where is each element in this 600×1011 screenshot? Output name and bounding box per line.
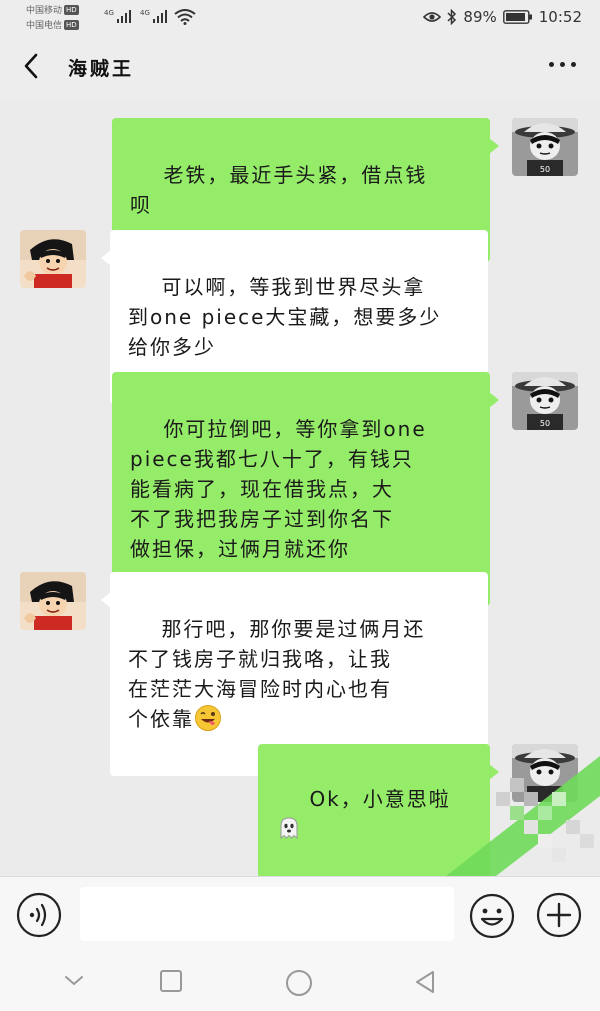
status-bar: 中国移动 HD 中国电信 HD 4G 4G 89% 10:52 — [0, 0, 600, 36]
avatar-other[interactable] — [20, 230, 86, 288]
chevron-left-icon[interactable] — [22, 52, 40, 80]
hd-badge: HD — [64, 5, 79, 15]
message-bubble-self[interactable]: 你可拉倒吧，等你拿到one piece我都七八十了，有钱只 能看病了，现在借我点… — [112, 372, 499, 606]
avatar-other-image — [20, 572, 86, 630]
carrier-2: 中国电信 HD — [26, 20, 79, 31]
battery-percent: 89% — [463, 8, 497, 26]
battery-icon — [502, 10, 532, 24]
ghost-emoji — [280, 817, 298, 840]
message-input[interactable] — [80, 887, 454, 941]
carrier-1: 中国移动 HD — [26, 5, 79, 16]
network-label: 4G — [140, 9, 150, 17]
signal-icon: 4G — [140, 9, 167, 23]
avatar-self-image: 50 — [512, 118, 578, 176]
avatar-self-image: 50 — [512, 372, 578, 430]
message-text: 老铁，最近手头紧，借点钱 呗 — [130, 163, 428, 217]
chat-title: 海贼王 — [68, 58, 135, 80]
network-label: 4G — [104, 9, 114, 17]
message-text: 你可拉倒吧，等你拿到one piece我都七八十了，有钱只 能看病了，现在借我点… — [130, 417, 427, 561]
grinning-tongue-emoji — [195, 705, 221, 731]
chat-area[interactable]: 老铁，最近手头紧，借点钱 呗 50 可以啊，等我到世界尽头拿 到one piec… — [0, 98, 600, 886]
avatar-self[interactable]: 50 — [512, 372, 578, 430]
voice-icon[interactable] — [16, 892, 62, 938]
message-text: 那行吧，那你要是过俩月还 不了钱房子就归我咯，让我 在茫茫大海冒险时内心也有 个… — [128, 617, 426, 731]
smiley-icon[interactable] — [468, 892, 516, 940]
system-nav — [0, 954, 600, 1011]
bluetooth-icon — [447, 9, 457, 25]
input-bar — [0, 876, 600, 954]
svg-text:50: 50 — [540, 165, 550, 174]
wifi-icon — [174, 9, 196, 25]
avatar-self[interactable]: 50 — [512, 118, 578, 176]
watermark-overlay — [446, 756, 600, 876]
chat-header: 海贼王 — [0, 36, 600, 98]
clock: 10:52 — [538, 8, 582, 26]
circle-icon[interactable] — [284, 968, 314, 998]
avatar-other-image — [20, 230, 86, 288]
svg-text:50: 50 — [540, 419, 550, 428]
hd-badge: HD — [64, 20, 79, 30]
more-dots-icon[interactable] — [549, 62, 576, 67]
triangle-back-icon[interactable] — [412, 968, 438, 996]
square-icon[interactable] — [158, 968, 184, 994]
message-text: Ok，小意思啦 — [309, 787, 451, 811]
message-text: 可以啊，等我到世界尽头拿 到one piece大宝藏，想要多少 给你多少 — [128, 275, 442, 359]
signal-icon: 4G — [104, 9, 131, 23]
avatar-other[interactable] — [20, 572, 86, 630]
carrier-1-name: 中国移动 — [26, 6, 63, 16]
eye-icon — [423, 12, 442, 22]
status-right: 89% 10:52 — [423, 8, 582, 26]
carrier-2-name: 中国电信 — [26, 21, 63, 31]
plus-icon[interactable] — [536, 892, 582, 938]
chevron-down-icon[interactable] — [62, 968, 86, 992]
